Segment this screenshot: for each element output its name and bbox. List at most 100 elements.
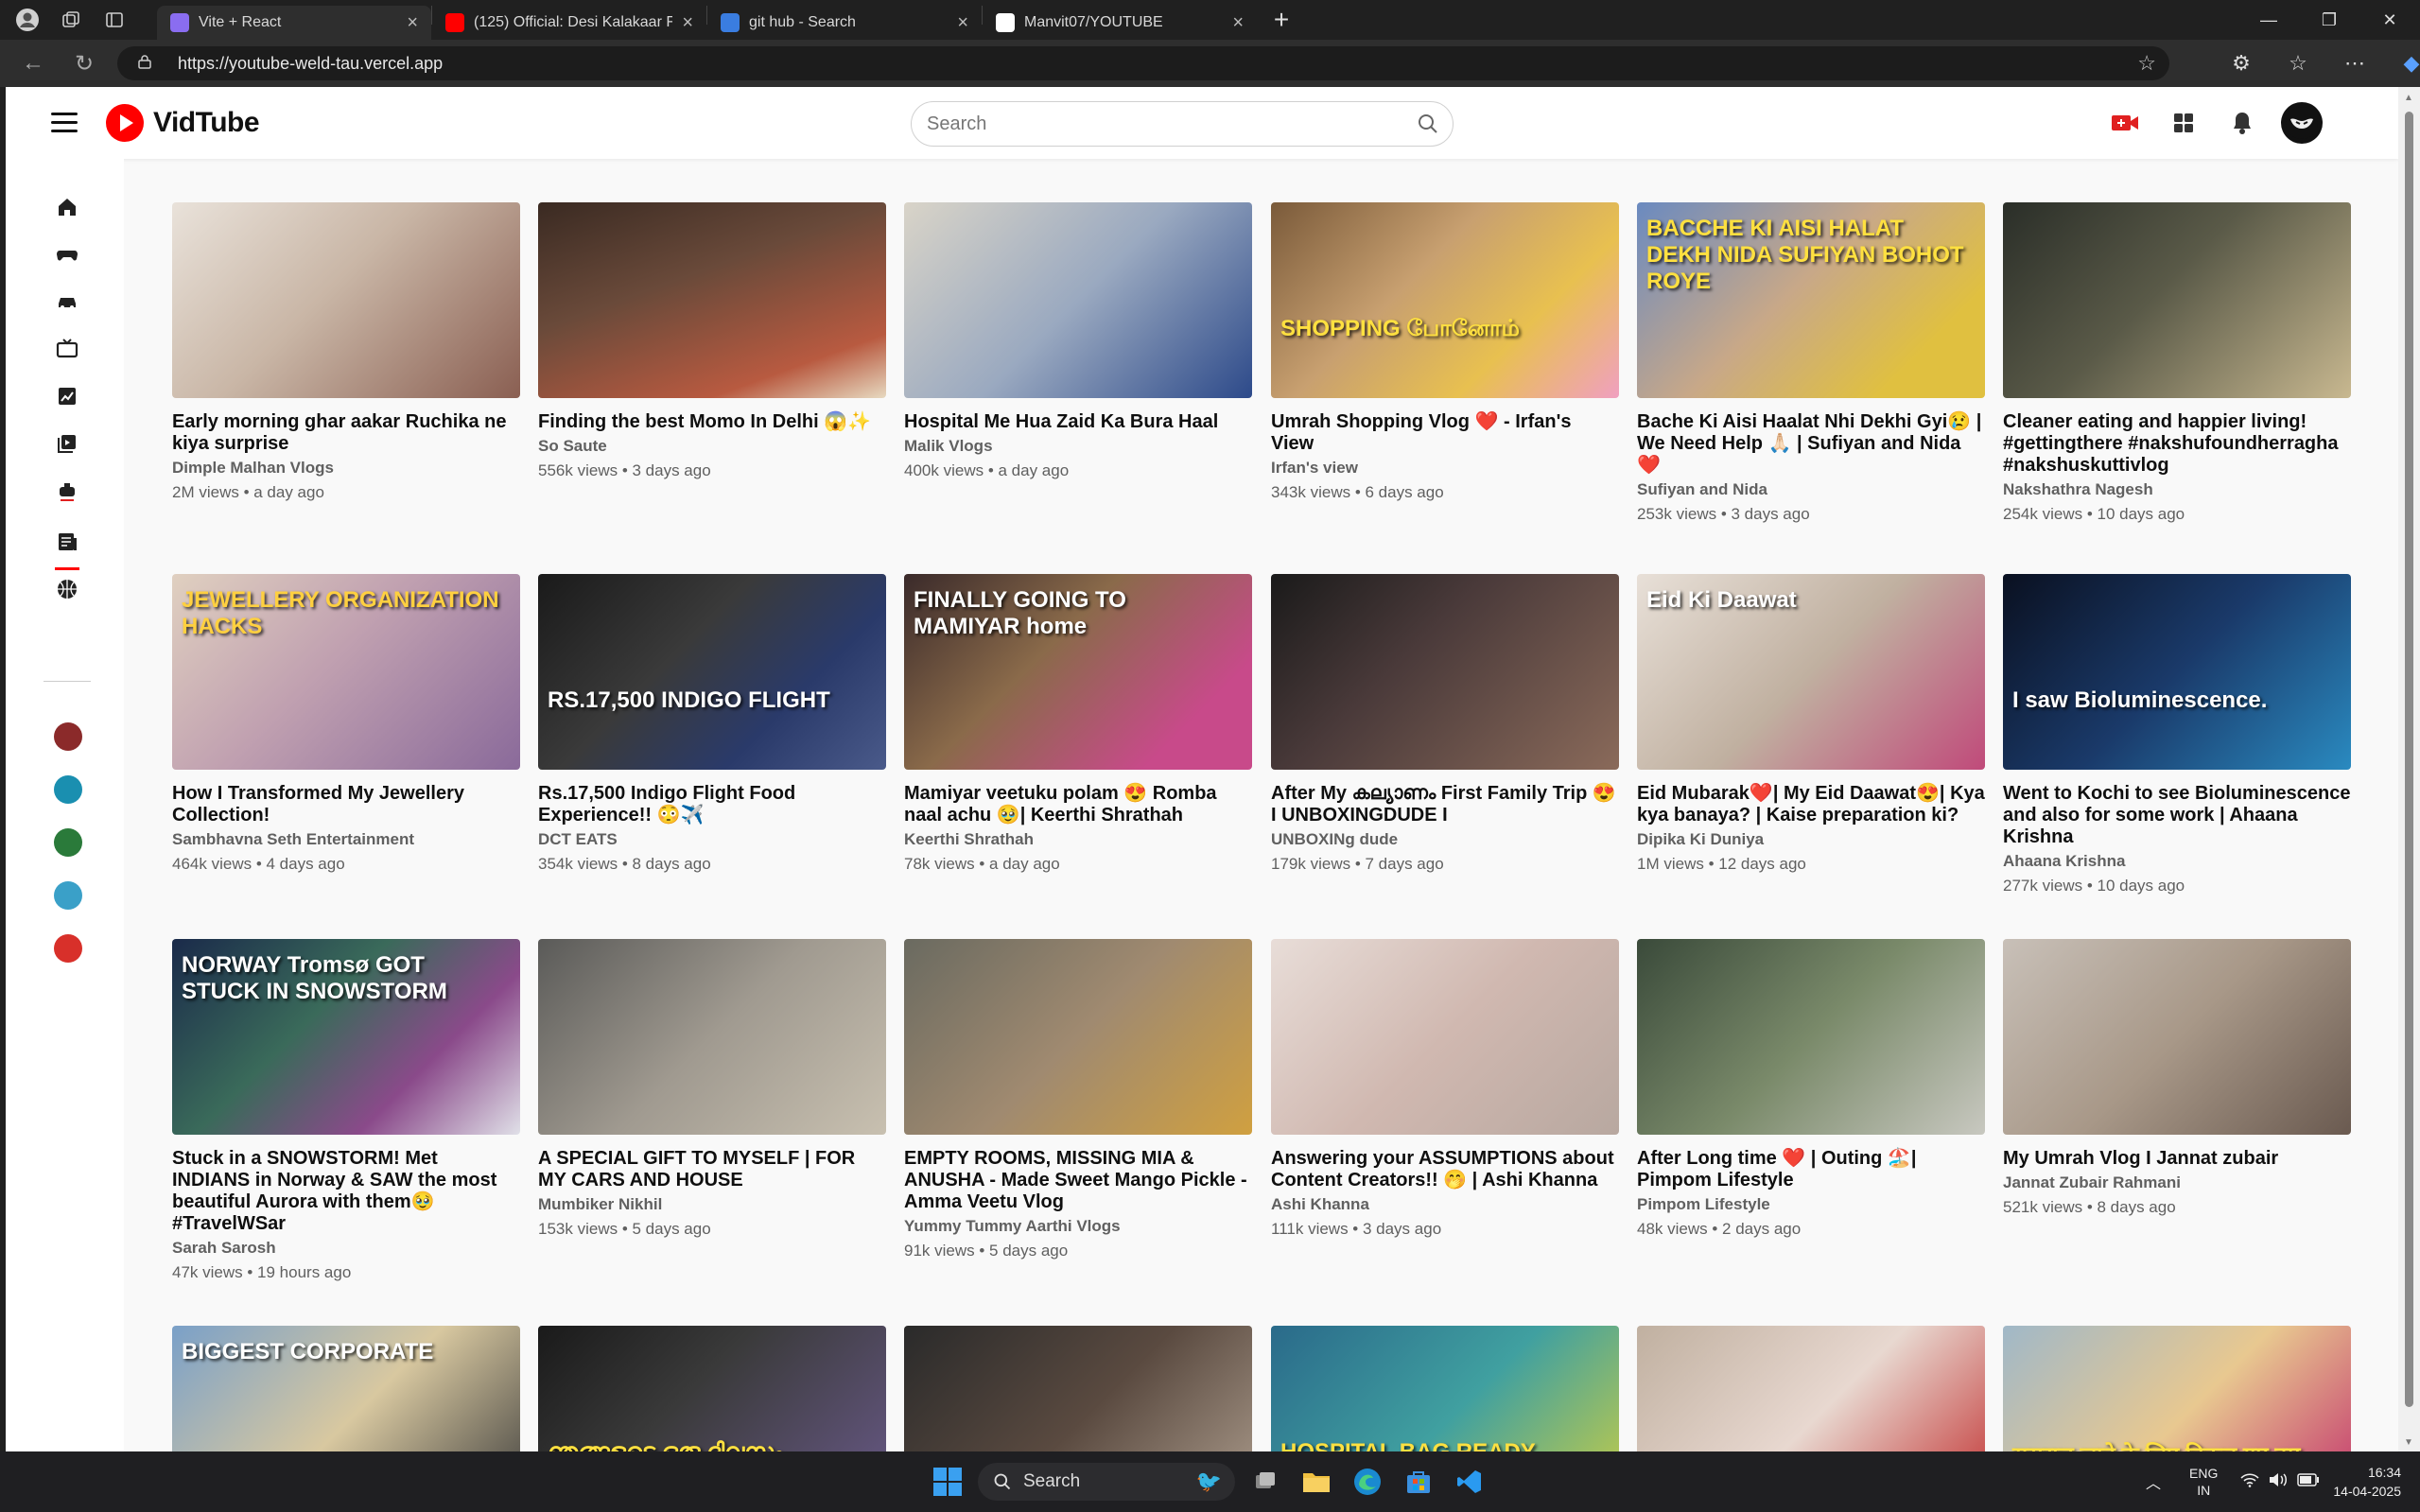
video-thumbnail[interactable]: FINALLY GOING TO MAMIYAR home [904,574,1252,770]
video-card[interactable]: After My കല്യാണം First Family Trip 😍 I U… [1271,574,1619,874]
video-thumbnail[interactable]: JEWELLERY ORGANIZATION HACKS [172,574,520,770]
refresh-button[interactable]: ↻ [59,40,110,87]
wifi-icon[interactable] [2240,1472,2259,1492]
channel-name[interactable]: Ahaana Krishna [2003,852,2351,871]
video-card[interactable] [904,1326,1252,1451]
video-thumbnail[interactable]: ससुराल जाने के लिए निकल गए हम [2003,1326,2351,1451]
subscribed-channel-avatar[interactable] [54,934,82,963]
video-card[interactable]: ഞങ്ങളുടെ ഒരു ദിവസം [538,1326,886,1451]
video-title[interactable]: How I Transformed My Jewellery Collectio… [172,783,520,826]
video-card[interactable]: A SPECIAL GIFT TO MYSELF | FOR MY CARS A… [538,939,886,1239]
channel-name[interactable]: Dipika Ki Duniya [1637,830,1985,849]
volume-icon[interactable] [2269,1472,2288,1492]
video-thumbnail[interactable]: Eid Ki Daawat [1637,574,1985,770]
video-card[interactable]: JEWELLERY ORGANIZATION HACKS How I Transf… [172,574,520,874]
sports-icon[interactable] [55,577,79,601]
video-card[interactable]: BACCHE KI AISI HALAT DEKH NIDA SUFIYAN B… [1637,202,1985,524]
video-card[interactable]: Early morning ghar aakar Ruchika ne kiya… [172,202,520,502]
notifications-bell-icon[interactable] [2213,111,2272,135]
channel-name[interactable]: UNBOXINg dude [1271,830,1619,849]
channel-name[interactable]: Irfan's view [1271,459,1619,478]
video-title[interactable]: EMPTY ROOMS, MISSING MIA & ANUSHA - Made… [904,1148,1252,1213]
channel-name[interactable]: Pimpom Lifestyle [1637,1195,1985,1214]
video-card[interactable]: BIGGEST CORPORATE [172,1326,520,1451]
video-card[interactable]: Hospital Me Hua Zaid Ka Bura Haal Malik V… [904,202,1252,480]
file-explorer-icon[interactable] [1299,1463,1333,1501]
store-icon[interactable] [1402,1463,1436,1501]
channel-name[interactable]: Sufiyan and Nida [1637,480,1985,499]
subscribed-channel-avatar[interactable] [54,881,82,910]
chevron-up-icon[interactable]: ︿ [2146,1470,2161,1493]
edge-browser-icon[interactable] [1350,1463,1384,1501]
gaming-icon[interactable] [55,242,79,267]
video-card[interactable]: SHOPPING போனோம் Umrah Shopping Vlog ❤️ - … [1271,202,1619,502]
library-icon[interactable] [55,431,79,456]
more-menu-icon[interactable]: ⋯ [2326,51,2383,76]
news-icon[interactable] [55,530,79,554]
tv-icon[interactable] [55,337,79,361]
favorite-star-icon[interactable]: ☆ [2137,51,2156,76]
tab-close-icon[interactable]: × [682,12,693,34]
video-thumbnail[interactable] [904,939,1252,1135]
video-card[interactable]: FINALLY GOING TO MAMIYAR home Mamiyar vee… [904,574,1252,874]
channel-name[interactable]: Sarah Sarosh [172,1239,520,1258]
channel-name[interactable]: Mumbiker Nikhil [538,1195,886,1214]
browser-tab[interactable]: (125) Official: Desi Kalakaar F × [432,6,706,40]
art-icon[interactable] [55,384,79,408]
back-button[interactable]: ← [8,40,59,87]
video-card[interactable] [1637,1326,1985,1451]
video-title[interactable]: Eid Mubarak❤️| My Eid Daawat😍| Kya kya b… [1637,783,1985,826]
video-thumbnail[interactable] [538,202,886,398]
video-title[interactable]: My Umrah Vlog I Jannat zubair [2003,1148,2351,1170]
video-card[interactable]: I saw Bioluminescence. Went to Kochi to s… [2003,574,2351,895]
video-title[interactable]: After Long time ❤️ | Outing 🏖️| Pimpom L… [1637,1148,1985,1191]
channel-name[interactable]: Malik Vlogs [904,437,1252,456]
vscode-icon[interactable] [1453,1463,1487,1501]
tab-close-icon[interactable]: × [957,12,968,34]
language-indicator[interactable]: ENG IN [2189,1465,2218,1499]
video-thumbnail[interactable] [1271,574,1619,770]
tab-close-icon[interactable]: × [1232,12,1244,34]
minimize-button[interactable]: — [2238,0,2299,40]
task-view-icon[interactable] [1248,1463,1282,1501]
browser-tab[interactable]: Manvit07/YOUTUBE × [983,6,1257,40]
browser-tab[interactable]: Vite + React × [157,6,431,40]
channel-name[interactable]: So Saute [538,437,886,456]
channel-name[interactable]: DCT EATS [538,830,886,849]
video-card[interactable]: Cleaner eating and happier living! #gett… [2003,202,2351,524]
new-tab-button[interactable]: + [1262,1,1300,39]
subscribed-channel-avatar[interactable] [54,775,82,804]
page-scrollbar[interactable]: ▲ ▼ [2398,87,2420,1451]
windows-start-icon[interactable] [929,1463,966,1501]
video-card[interactable]: Finding the best Momo In Delhi 😱✨ So Saut… [538,202,886,480]
video-thumbnail[interactable]: SHOPPING போனோம் [1271,202,1619,398]
video-title[interactable]: Answering your ASSUMPTIONS about Content… [1271,1148,1619,1191]
video-title[interactable]: Bache Ki Aisi Haalat Nhi Dekhi Gyi😢 | We… [1637,411,1985,477]
channel-name[interactable]: Keerthi Shrathah [904,830,1252,849]
video-title[interactable]: Went to Kochi to see Bioluminescence and… [2003,783,2351,848]
subscribed-channel-avatar[interactable] [54,722,82,751]
video-thumbnail[interactable] [904,202,1252,398]
cars-icon[interactable] [55,289,79,314]
user-avatar[interactable] [2281,102,2323,144]
video-thumbnail[interactable]: BACCHE KI AISI HALAT DEKH NIDA SUFIYAN B… [1637,202,1985,398]
channel-name[interactable]: Sambhavna Seth Entertainment [172,830,520,849]
taskbar-search[interactable]: Search 🐦 [978,1463,1235,1501]
video-thumbnail[interactable] [904,1326,1252,1451]
video-thumbnail[interactable] [2003,939,2351,1135]
video-thumbnail[interactable] [172,202,520,398]
channel-name[interactable]: Ashi Khanna [1271,1195,1619,1214]
video-card[interactable]: Answering your ASSUMPTIONS about Content… [1271,939,1619,1239]
video-card[interactable]: ससुराल जाने के लिए निकल गए हम [2003,1326,2351,1451]
video-thumbnail[interactable]: HOSPITAL BAG READY... LEKIN ANDAR KYA HA… [1271,1326,1619,1451]
extensions-icon[interactable]: ⚙ [2213,51,2270,76]
browser-tab[interactable]: git hub - Search × [707,6,982,40]
scrollbar-thumb[interactable] [2405,112,2413,1407]
clock[interactable]: 16:34 14-04-2025 [2333,1463,2401,1501]
home-icon[interactable] [55,195,79,219]
channel-name[interactable]: Dimple Malhan Vlogs [172,459,520,478]
video-thumbnail[interactable]: RS.17,500 INDIGO FLIGHT [538,574,886,770]
channel-name[interactable]: Nakshathra Nagesh [2003,480,2351,499]
tab-close-icon[interactable]: × [407,12,418,34]
scroll-down-icon[interactable]: ▼ [2404,1437,2413,1448]
